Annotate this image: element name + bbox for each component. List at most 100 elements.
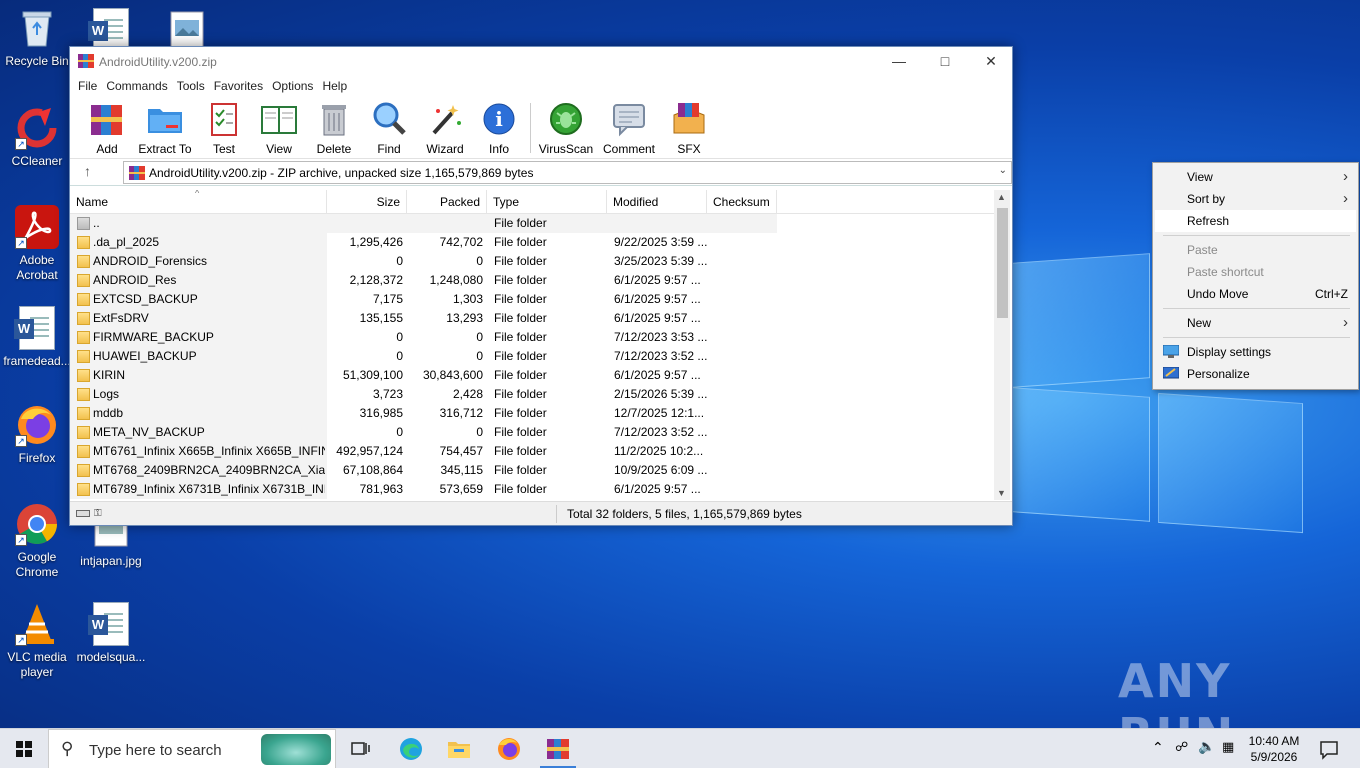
menu-item-undo-move[interactable]: Undo Move Ctrl+Z: [1155, 283, 1356, 305]
chrome-icon: ↗: [15, 502, 59, 546]
start-button[interactable]: [0, 729, 48, 768]
desktop-icon-ccleaner[interactable]: ↗ CCleaner: [0, 106, 74, 169]
desktop-icon-vlc[interactable]: ↗ VLC media player: [0, 602, 74, 680]
taskbar-search-box[interactable]: ⚲ Type here to search: [48, 729, 336, 768]
parent-folder-row[interactable]: .. File folder: [70, 214, 777, 233]
menu-item-refresh[interactable]: Refresh: [1155, 210, 1356, 232]
table-row[interactable]: ExtFsDRV 135,155 13,293 File folder 6/1/2025…: [70, 309, 996, 328]
menu-item-sort-by[interactable]: Sort by ›: [1155, 188, 1356, 210]
desktop-icon-framedead[interactable]: W framedead...: [0, 306, 74, 369]
desktop-icon-recycle-bin[interactable]: Recycle Bin: [0, 6, 74, 69]
file-list[interactable]: ^ Name Size Packed Type Modified Checksum…: [70, 190, 996, 500]
table-row[interactable]: MT6761_Infinix X665B_Infinix X665B_INFIN…: [70, 442, 996, 461]
column-type[interactable]: Type: [487, 190, 607, 214]
task-view-icon[interactable]: [346, 735, 374, 763]
menu-item-view[interactable]: View ›: [1155, 166, 1356, 188]
row-type: File folder: [494, 444, 547, 458]
view-button[interactable]: View: [250, 101, 308, 156]
column-size[interactable]: Size: [327, 190, 407, 214]
menu-options[interactable]: Options: [270, 76, 320, 97]
table-row[interactable]: HUAWEI_BACKUP 0 0 File folder 7/12/2023 3:52…: [70, 347, 996, 366]
address-combo[interactable]: AndroidUtility.v200.zip - ZIP archive, u…: [123, 161, 1012, 184]
folder-icon: [77, 464, 90, 477]
edge-browser-icon[interactable]: [397, 735, 425, 763]
row-type: File folder: [494, 368, 547, 382]
row-modified: 6/1/2025 9:57 ...: [614, 292, 701, 306]
desktop-icon-google-chrome[interactable]: ↗ Google Chrome: [0, 502, 74, 580]
row-type: File folder: [494, 235, 547, 249]
row-packed: 316,712: [439, 406, 483, 420]
table-row[interactable]: FIRMWARE_BACKUP 0 0 File folder 7/12/2023 3:…: [70, 328, 996, 347]
scroll-down-icon[interactable]: ▼: [997, 488, 1006, 498]
menu-item-display-settings[interactable]: Display settings: [1155, 341, 1356, 363]
menu-favorites[interactable]: Favorites: [212, 76, 270, 97]
row-size: 492,957,124: [336, 444, 403, 458]
add-button[interactable]: Add: [78, 101, 136, 156]
table-row[interactable]: ANDROID_Res 2,128,372 1,248,080 File folder…: [70, 271, 996, 290]
file-explorer-icon[interactable]: [445, 735, 473, 763]
column-modified[interactable]: Modified: [607, 190, 707, 214]
scroll-up-icon[interactable]: ▲: [997, 192, 1006, 202]
clock-date[interactable]: 5/9/2026: [1244, 750, 1304, 764]
desktop-icon-adobe-acrobat[interactable]: ↗ Adobe Acrobat: [0, 205, 74, 283]
desktop-icon-firefox[interactable]: ↗ Firefox: [0, 403, 74, 466]
wizard-button[interactable]: Wizard: [416, 101, 474, 156]
maximize-button[interactable]: □: [922, 47, 968, 76]
info-button[interactable]: i Info: [470, 101, 528, 156]
table-row[interactable]: META_NV_BACKUP 0 0 File folder 7/12/2023 3:5…: [70, 423, 996, 442]
extract-to-button[interactable]: Extract To: [136, 101, 194, 156]
desktop-icon-label: CCleaner: [11, 154, 63, 168]
input-indicator-icon[interactable]: ▦: [1222, 739, 1234, 755]
table-row[interactable]: mddb 316,985 316,712 File folder 12/7/2025 1…: [70, 404, 996, 423]
menu-file[interactable]: File: [76, 76, 104, 97]
comment-icon: [613, 104, 645, 137]
table-row[interactable]: EXTCSD_BACKUP 7,175 1,303 File folder 6/1/20…: [70, 290, 996, 309]
vertical-scrollbar[interactable]: ▲ ▼: [994, 190, 1010, 500]
test-button[interactable]: Test: [195, 101, 253, 156]
drive-icon[interactable]: [76, 510, 90, 517]
row-type: File folder: [494, 463, 547, 477]
table-row[interactable]: MT6789_Infinix X6731B_Infinix X6731B_INF…: [70, 480, 996, 499]
sfx-button[interactable]: SFX: [660, 101, 718, 156]
winrar-window[interactable]: AndroidUtility.v200.zip — □ ✕ File Comma…: [69, 46, 1013, 526]
table-row[interactable]: ANDROID_Forensics 0 0 File folder 3/25/2023 …: [70, 252, 996, 271]
find-button[interactable]: Find: [360, 101, 418, 156]
menu-help[interactable]: Help: [320, 76, 354, 97]
desktop-icon-label: modelsqua...: [76, 650, 146, 664]
key-icon[interactable]: ⚿: [94, 508, 102, 519]
show-hidden-icons-icon[interactable]: ⌃: [1152, 739, 1164, 756]
row-modified: 2/15/2026 5:39 ...: [614, 387, 708, 401]
column-packed[interactable]: Packed: [407, 190, 487, 214]
notifications-icon[interactable]: [1315, 735, 1343, 763]
close-button[interactable]: ✕: [968, 47, 1014, 76]
delete-button[interactable]: Delete: [305, 101, 363, 156]
table-row[interactable]: KIRIN 51,309,100 30,843,600 File folder 6/1/…: [70, 366, 996, 385]
network-icon[interactable]: ☍: [1175, 739, 1188, 755]
clock-time[interactable]: 10:40 AM: [1244, 734, 1304, 748]
menu-item-personalize[interactable]: Personalize: [1155, 363, 1356, 385]
volume-icon[interactable]: 🔈: [1198, 738, 1215, 755]
menu-item-new[interactable]: New ›: [1155, 312, 1356, 334]
column-checksum[interactable]: Checksum: [707, 190, 777, 214]
table-row[interactable]: Logs 3,723 2,428 File folder 2/15/2026 5:39 …: [70, 385, 996, 404]
firefox-taskbar-icon[interactable]: [495, 735, 523, 763]
row-name: MT6768_2409BRN2CA_2409BRN2CA_Xiao...: [93, 463, 325, 477]
menu-item-paste[interactable]: Paste: [1155, 239, 1356, 261]
menu-item-paste-shortcut[interactable]: Paste shortcut: [1155, 261, 1356, 283]
scroll-thumb[interactable]: [997, 208, 1008, 318]
column-name[interactable]: ^ Name: [70, 190, 327, 214]
winrar-taskbar-icon[interactable]: [544, 735, 572, 763]
menu-tools[interactable]: Tools: [175, 76, 212, 97]
title-bar[interactable]: AndroidUtility.v200.zip — □ ✕: [70, 47, 1012, 76]
minimize-button[interactable]: —: [876, 47, 922, 76]
desktop-icon-modelsqua[interactable]: W modelsqua...: [74, 602, 148, 665]
table-row[interactable]: .da_pl_2025 1,295,426 742,702 File folder 9/…: [70, 233, 996, 252]
folder-icon: [77, 274, 90, 287]
virusscan-button[interactable]: VirusScan: [537, 101, 595, 156]
row-packed: 345,115: [440, 463, 484, 477]
comment-button[interactable]: Comment: [600, 101, 658, 156]
up-arrow-icon[interactable]: ↑: [84, 163, 91, 179]
menu-commands[interactable]: Commands: [104, 76, 174, 97]
table-row[interactable]: MT6768_2409BRN2CA_2409BRN2CA_Xiao... 67,1…: [70, 461, 996, 480]
chevron-down-icon[interactable]: ⌄: [999, 165, 1007, 176]
